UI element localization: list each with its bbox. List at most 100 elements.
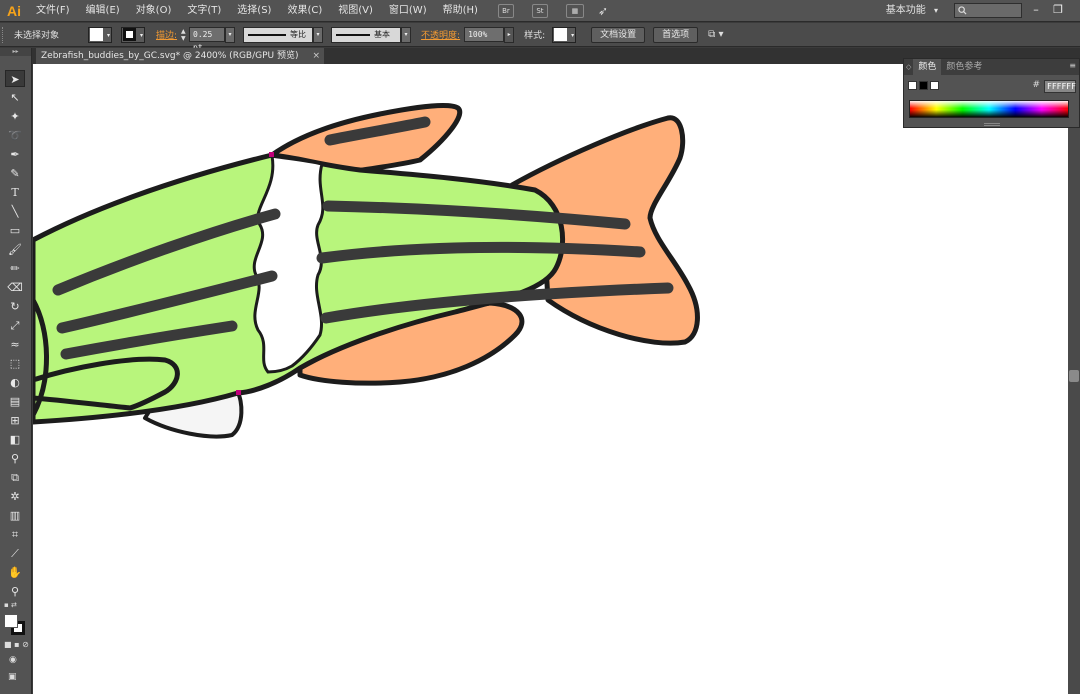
document-tab-title: Zebrafish_buddies_by_GC.svg* @ 2400% (RG… xyxy=(41,51,299,61)
blend-tool-icon[interactable]: ⧉ xyxy=(5,469,25,486)
search-icon xyxy=(958,6,967,15)
anchor-point[interactable] xyxy=(236,390,241,395)
document-setup-button[interactable]: 文档设置 xyxy=(591,26,646,43)
hand-tool-icon[interactable]: ✋ xyxy=(5,564,25,581)
menu-type[interactable]: 文字(T) xyxy=(179,0,229,22)
opacity-flyout[interactable]: ▸ xyxy=(504,26,515,43)
preferences-button[interactable]: 首选项 xyxy=(653,26,699,43)
warp-tool-icon[interactable]: ≈ xyxy=(5,336,25,353)
workspace-switcher[interactable]: 基本功能 ▾ xyxy=(886,0,938,22)
arrange-icon[interactable]: ⧉ ▾ xyxy=(708,29,723,40)
screen-mode-icon[interactable]: ▣ xyxy=(8,672,17,682)
vertical-scrollbar[interactable] xyxy=(1068,64,1080,694)
bridge-icon[interactable]: Br xyxy=(497,3,514,18)
eyedropper-tool-icon[interactable]: ⚲ xyxy=(5,450,25,467)
perspective-grid-tool-icon[interactable]: ▤ xyxy=(5,393,25,410)
fill-color-swatch[interactable]: ▾ xyxy=(88,26,112,43)
restore-button[interactable]: ❐ xyxy=(1050,2,1066,18)
gpu-performance-icon[interactable]: ➶ xyxy=(598,4,608,18)
free-transform-tool-icon[interactable]: ⬚ xyxy=(5,355,25,372)
opacity-field[interactable]: 100% xyxy=(464,27,505,42)
zebrafish-artwork[interactable] xyxy=(33,64,1068,694)
none-swatch[interactable] xyxy=(908,81,917,90)
black-swatch[interactable] xyxy=(919,81,928,90)
style-label: 样式: xyxy=(524,31,546,41)
paintbrush-tool-icon[interactable]: 🖌 xyxy=(5,241,25,258)
type-tool-icon[interactable]: T xyxy=(5,184,25,201)
minimize-button[interactable]: – xyxy=(1028,2,1044,18)
menu-effect[interactable]: 效果(C) xyxy=(279,0,330,22)
menu-help[interactable]: 帮助(H) xyxy=(435,0,486,22)
close-icon[interactable]: × xyxy=(312,48,320,64)
lasso-tool-icon[interactable]: ➰ xyxy=(5,127,25,144)
panel-resize-handle[interactable] xyxy=(984,123,1000,126)
pen-tool-icon[interactable]: ✒ xyxy=(5,146,25,163)
color-spectrum-ramp[interactable] xyxy=(909,100,1069,118)
panel-menu-icon[interactable]: ≡ xyxy=(1069,61,1076,70)
mesh-tool-icon[interactable]: ⊞ xyxy=(5,412,25,429)
menu-window[interactable]: 窗口(W) xyxy=(381,0,435,22)
selection-tool-icon[interactable]: ➤ xyxy=(5,70,25,87)
column-graph-tool-icon[interactable]: ▥ xyxy=(5,507,25,524)
stroke-weight-stepper[interactable]: ▲ ▼ xyxy=(181,28,189,42)
drawing-mode-icon[interactable]: ◉ xyxy=(9,655,17,665)
opacity-label[interactable]: 不透明度: xyxy=(421,28,460,41)
brush-definition[interactable]: 基本 xyxy=(331,26,402,43)
menu-select[interactable]: 选择(S) xyxy=(229,0,279,22)
gradient-tool-icon[interactable]: ◧ xyxy=(5,431,25,448)
stroke-label[interactable]: 描边: xyxy=(156,28,177,41)
color-panel-tabs: ◇ 颜色 颜色参考 ≡ xyxy=(904,59,1079,75)
white-swatch[interactable] xyxy=(930,81,939,90)
slice-tool-icon[interactable]: ⟋ xyxy=(5,545,25,562)
profile-label: 等比 xyxy=(290,30,307,39)
profile-dropdown[interactable]: ▾ xyxy=(313,26,324,43)
color-mode-icons[interactable]: ■ ▪ ⊘ xyxy=(4,640,29,649)
scrollbar-thumb[interactable] xyxy=(1069,370,1079,382)
document-tab[interactable]: Zebrafish_buddies_by_GC.svg* @ 2400% (RG… xyxy=(36,48,324,64)
color-panel: ◇ 颜色 颜色参考 ≡ # FFFFFF xyxy=(903,58,1080,128)
artboard-tool-icon[interactable]: ⌗ xyxy=(5,526,25,543)
variable-width-profile[interactable]: 等比 xyxy=(243,26,314,43)
symbol-sprayer-tool-icon[interactable]: ✲ xyxy=(5,488,25,505)
graphic-style-swatch[interactable]: ▾ xyxy=(552,26,577,43)
rectangle-tool-icon[interactable]: ▭ xyxy=(5,222,25,239)
panel-grip-icon xyxy=(2,26,10,43)
stroke-color-swatch[interactable]: ▾ xyxy=(121,26,145,43)
stock-icon[interactable]: St xyxy=(531,3,548,18)
eraser-tool-icon[interactable]: ⌫ xyxy=(5,279,25,296)
brush-dropdown[interactable]: ▾ xyxy=(401,26,412,43)
workspace-name: 基本功能 xyxy=(885,5,926,16)
curvature-tool-icon[interactable]: ✎ xyxy=(5,165,25,182)
line-segment-tool-icon[interactable]: ╲ xyxy=(5,203,25,220)
scale-tool-icon[interactable]: ⤢ xyxy=(5,317,25,334)
panel-collapse-icon[interactable]: ◇ xyxy=(904,63,913,71)
zoom-tool-icon[interactable]: ⚲ xyxy=(5,583,25,600)
menu-view[interactable]: 视图(V) xyxy=(330,0,381,22)
tab-color[interactable]: 颜色 xyxy=(913,59,942,75)
anchor-point[interactable] xyxy=(269,152,274,157)
stroke-weight-dropdown[interactable]: ▾ xyxy=(225,26,236,43)
menu-edit[interactable]: 编辑(E) xyxy=(78,0,128,22)
default-colors-icon[interactable]: ▪ ⇄ xyxy=(4,601,17,609)
control-bar: 未选择对象 ▾ ▾ 描边: ▲▼ 0.25 pt ▾ 等比 ▾ 基本 ▾ 不透明… xyxy=(0,23,1080,52)
pencil-tool-icon[interactable]: ✏ xyxy=(5,260,25,277)
magic-wand-tool-icon[interactable]: ✦ xyxy=(5,108,25,125)
hex-color-input[interactable]: FFFFFF xyxy=(1044,80,1076,93)
toolbox-collapse-icon[interactable]: ▸▸ xyxy=(0,48,31,56)
artboard-canvas[interactable] xyxy=(33,64,1068,694)
stroke-weight-field[interactable]: 0.25 pt xyxy=(189,27,226,52)
selection-status: 未选择对象 xyxy=(14,31,60,41)
tools-panel: ▸▸ ➤ ↖ ✦ ➰ ✒ ✎ T ╲ ▭ 🖌 ✏ ⌫ ↻ ⤢ ≈ ⬚ ◐ ▤ ⊞… xyxy=(0,48,32,694)
direct-selection-tool-icon[interactable]: ↖ xyxy=(5,89,25,106)
fill-stroke-swatches[interactable] xyxy=(4,614,26,636)
tab-color-guide[interactable]: 颜色参考 xyxy=(941,59,987,75)
menu-bar: Ai 文件(F) 编辑(E) 对象(O) 文字(T) 选择(S) 效果(C) 视… xyxy=(0,0,1080,22)
arrange-documents-icon[interactable]: ▦ xyxy=(565,3,584,18)
shape-builder-tool-icon[interactable]: ◐ xyxy=(5,374,25,391)
menu-object[interactable]: 对象(O) xyxy=(128,0,180,22)
search-input[interactable] xyxy=(954,3,1022,18)
menu-file[interactable]: 文件(F) xyxy=(28,0,78,22)
chevron-down-icon: ▾ xyxy=(933,6,938,15)
rotate-tool-icon[interactable]: ↻ xyxy=(5,298,25,315)
fill-swatch[interactable] xyxy=(4,614,18,628)
